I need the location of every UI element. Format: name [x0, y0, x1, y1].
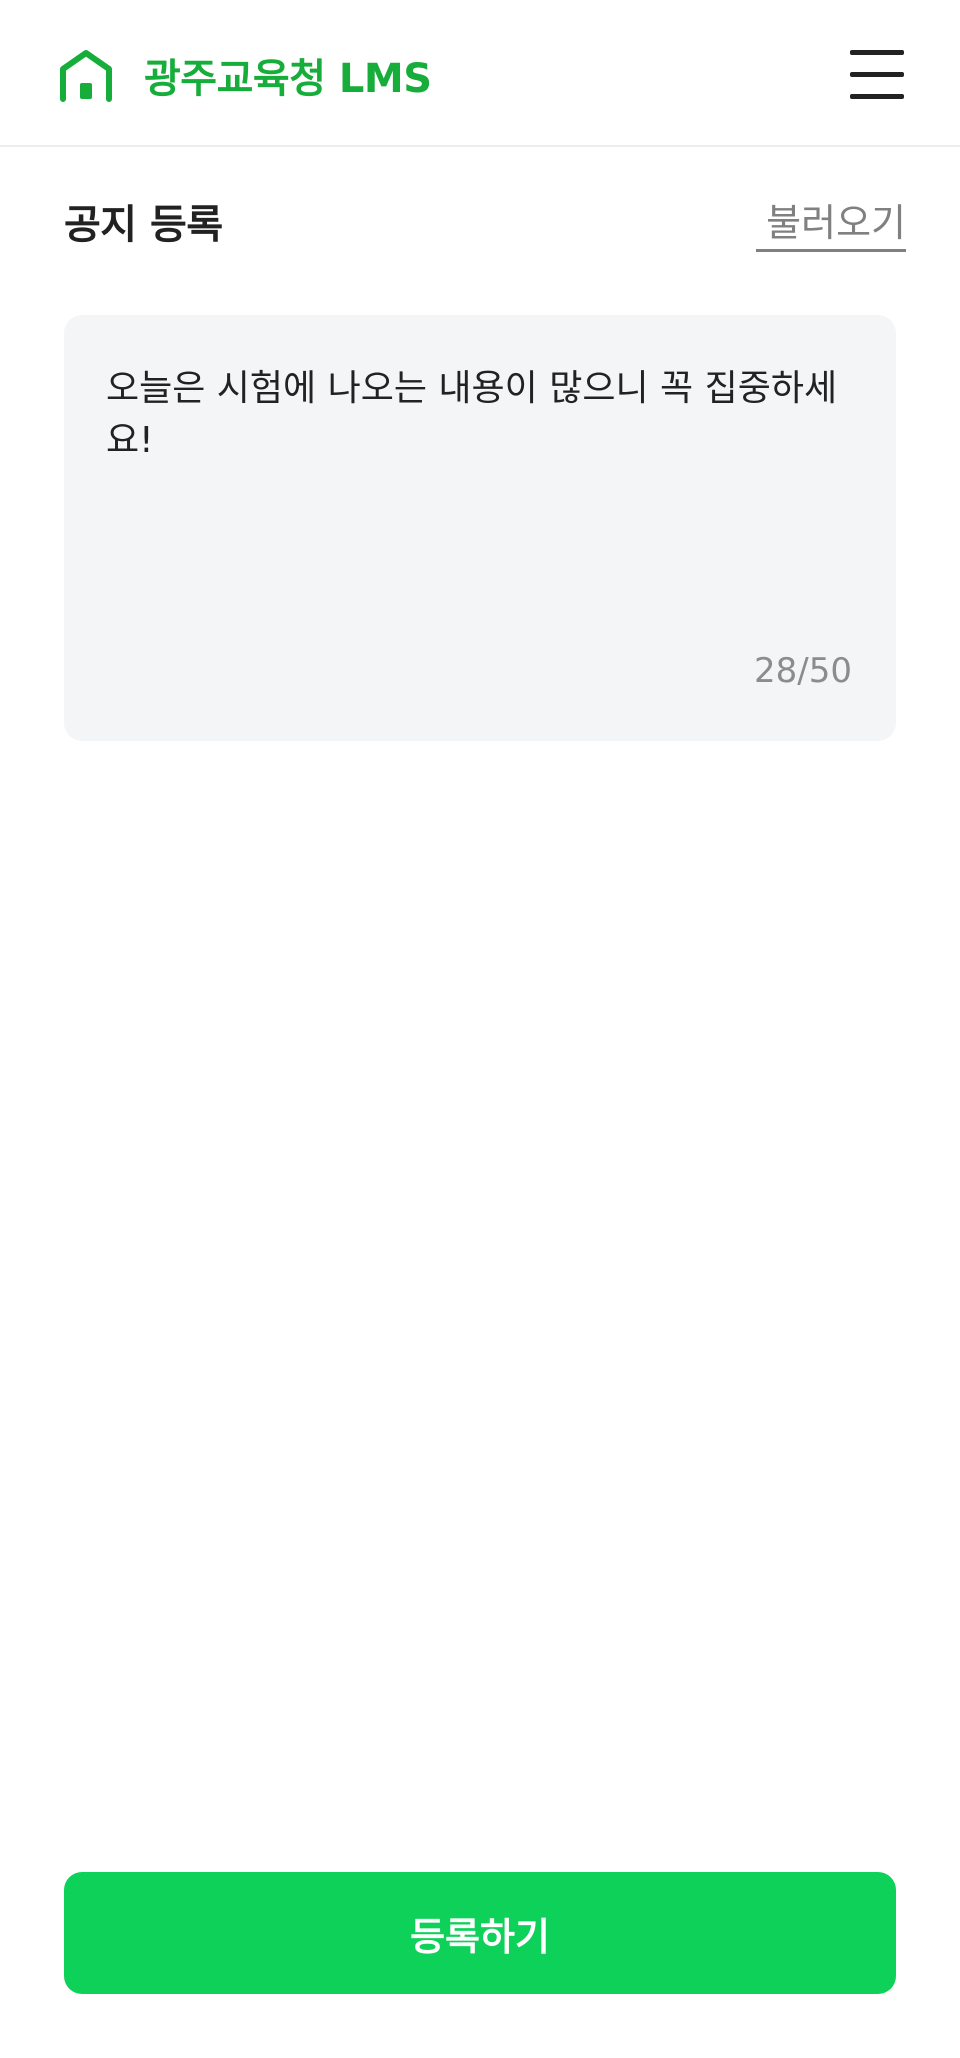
home-icon [60, 50, 112, 102]
page-title: 공지 등록 [64, 202, 223, 248]
app-header: 광주교육청 LMS [0, 0, 960, 147]
hamburger-menu-icon[interactable] [850, 48, 904, 100]
load-link[interactable]: 불러오기 [756, 192, 906, 252]
logo[interactable]: 광주교육청 LMS [58, 46, 432, 104]
submit-button[interactable]: 등록하기 [64, 1872, 896, 1994]
notice-textarea[interactable]: 오늘은 시험에 나오는 내용이 많으니 꼭 집중하세요! 28/50 [64, 315, 896, 741]
app-title: 광주교육청 LMS [144, 56, 432, 102]
char-counter: 28/50 [754, 651, 852, 691]
notice-text[interactable]: 오늘은 시험에 나오는 내용이 많으니 꼭 집중하세요! [106, 363, 866, 467]
